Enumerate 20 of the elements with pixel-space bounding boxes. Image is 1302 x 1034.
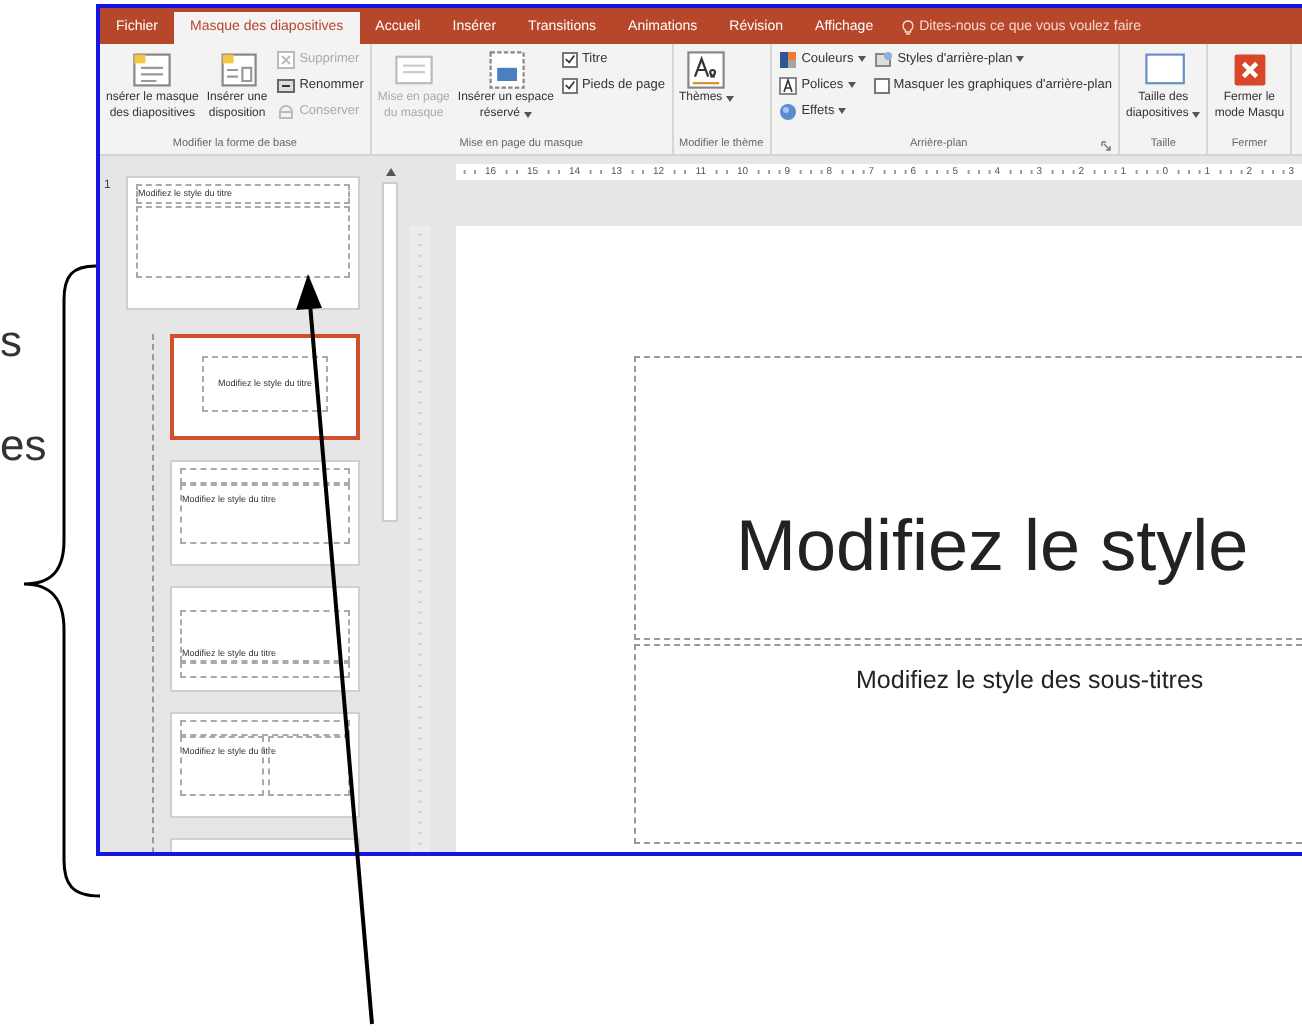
scrollbar-thumb[interactable] [382,182,398,522]
title-placeholder[interactable]: Modifiez le style [634,356,1302,640]
effects-icon [777,101,798,121]
slide-subtitle: Modifiez le style des sous-titres [856,666,1204,694]
annotation-text: es [0,424,49,468]
scroll-up-icon[interactable] [383,166,397,178]
background-styles-icon [873,49,894,69]
checkbox[interactable] [561,51,578,67]
delete-icon [275,49,296,69]
rename-icon [275,75,296,95]
checkbox[interactable] [561,77,578,93]
annotation-text: s [0,320,24,364]
lightbulb-icon [901,20,914,36]
pin-icon [275,101,296,121]
checkbox[interactable] [873,77,890,93]
slide-title: Modifiez le style [736,510,1249,582]
font-icon [777,75,798,95]
dialog-launcher-icon[interactable] [1099,139,1112,151]
color-swatch-icon [777,49,798,69]
subtitle-placeholder[interactable]: Modifiez le style des sous-titres [634,644,1302,844]
